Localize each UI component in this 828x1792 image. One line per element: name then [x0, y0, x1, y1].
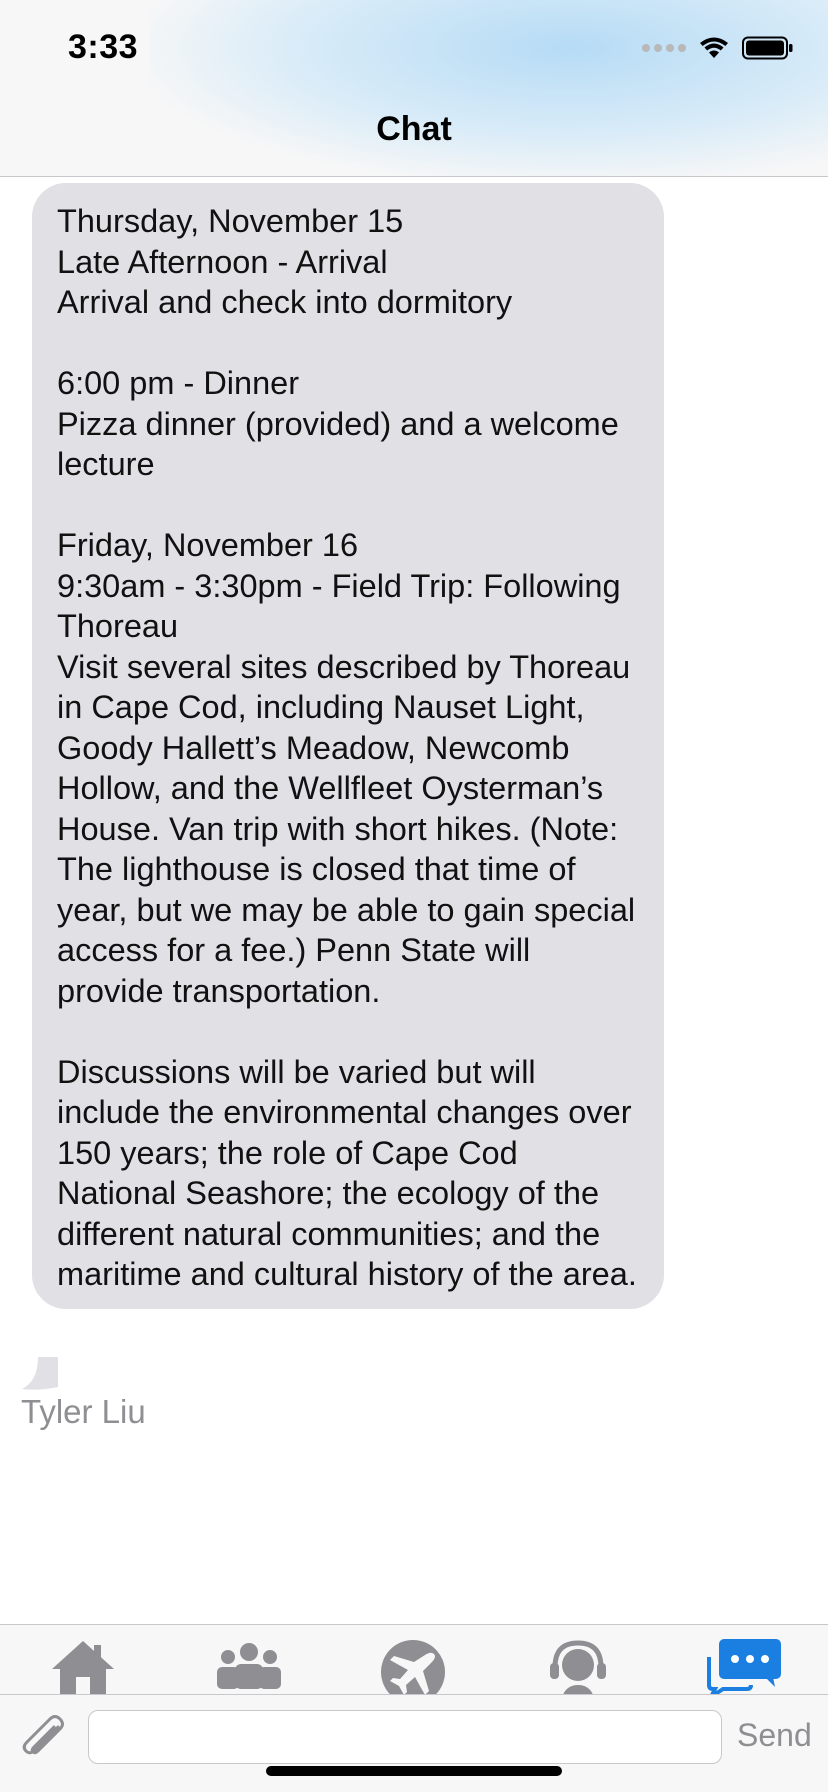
people-icon: [217, 1643, 281, 1689]
chat-icon: [707, 1639, 781, 1695]
tab-home[interactable]: [43, 1637, 123, 1695]
airplane-icon: [381, 1640, 445, 1695]
tab-travel[interactable]: [373, 1637, 453, 1695]
header-glow: [150, 0, 828, 176]
navigation-header: 3:33 Chat: [0, 0, 828, 177]
send-button[interactable]: Send: [737, 1717, 812, 1754]
message-list[interactable]: Thursday, November 15 Late Afternoon - A…: [0, 177, 828, 1624]
message-composer: Send: [0, 1694, 828, 1792]
home-indicator[interactable]: [266, 1766, 562, 1776]
status-time: 3:33: [68, 28, 139, 66]
chat-screen: 3:33 Chat Thursday, November 15 Late Aft…: [0, 0, 828, 1792]
cellular-signal-icon: [642, 44, 686, 52]
wifi-icon: [698, 36, 730, 60]
message-bubble[interactable]: Thursday, November 15 Late Afternoon - A…: [32, 183, 664, 1309]
tab-chat[interactable]: [703, 1637, 783, 1695]
battery-icon: [742, 36, 794, 60]
message-input[interactable]: [88, 1710, 722, 1764]
home-icon: [52, 1641, 114, 1695]
tab-people[interactable]: [209, 1637, 289, 1695]
bubble-tail: [22, 1357, 58, 1390]
status-icons: [642, 36, 794, 60]
tab-bar: [0, 1624, 828, 1695]
paperclip-icon[interactable]: [18, 1713, 68, 1763]
page-title: Chat: [376, 110, 452, 148]
support-headset-icon: [550, 1640, 606, 1695]
tab-support[interactable]: [538, 1637, 618, 1695]
message-sender: Tyler Liu: [21, 1393, 146, 1430]
